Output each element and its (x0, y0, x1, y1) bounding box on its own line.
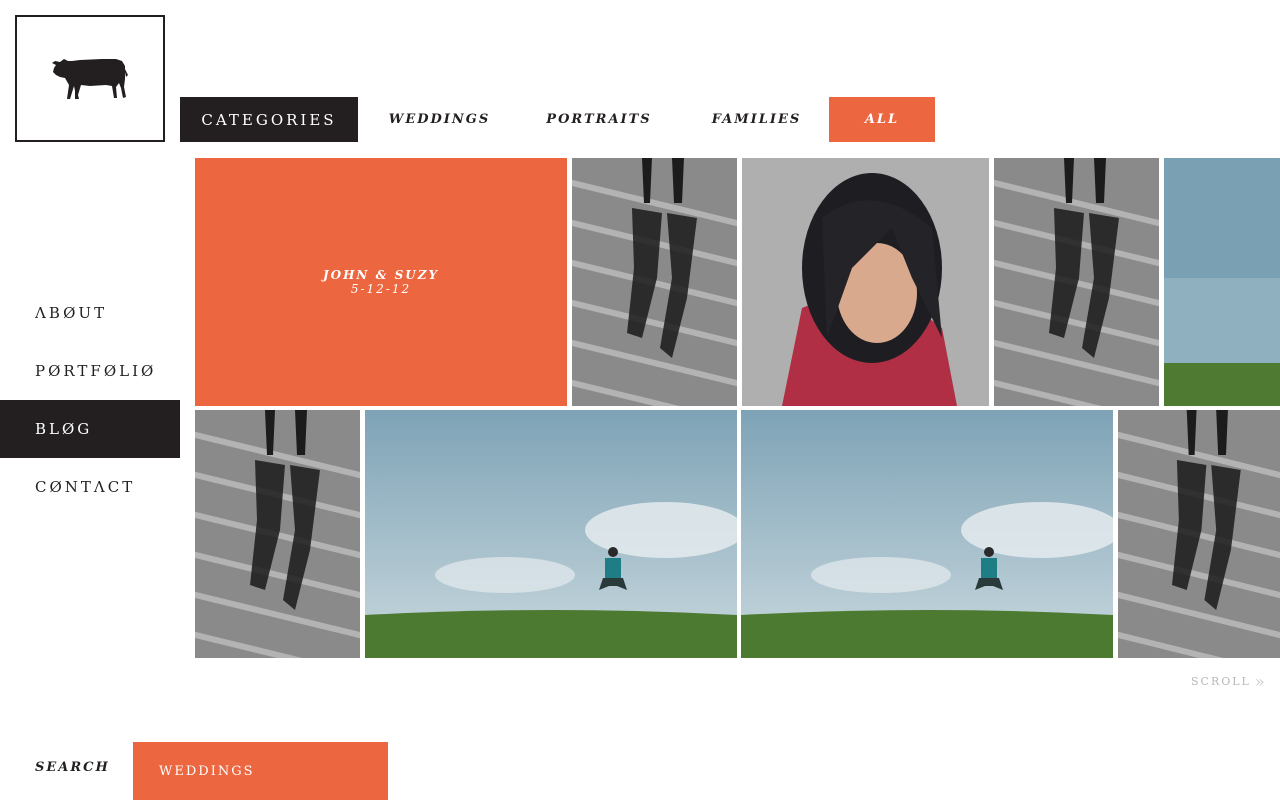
main-nav: ΛBØUT PØRTFØLIØ BLØG CØNTΛCT (0, 284, 180, 516)
portrait-photo (742, 158, 989, 406)
nav-item-blog[interactable]: BLØG (0, 400, 180, 458)
photo-tile-boardwalk-3[interactable] (195, 410, 360, 658)
search-label: SEARCH (35, 760, 110, 775)
photo-tile-jump-1[interactable] (365, 410, 737, 658)
nav-item-portfolio[interactable]: PØRTFØLIØ (0, 342, 180, 400)
jumping-man-photo (741, 410, 1113, 658)
nav-item-about[interactable]: ΛBØUT (0, 284, 180, 342)
double-chevron-right-icon: ›› (1254, 672, 1265, 691)
tab-portraits[interactable]: PORTRAITS (521, 97, 677, 142)
photo-gallery: JOHN & SUZY 5-12-12 (195, 158, 1280, 658)
boardwalk-photo (195, 410, 360, 658)
featured-title: JOHN & SUZY (322, 268, 440, 282)
sky-field-photo (1164, 158, 1280, 406)
tab-weddings[interactable]: WEDDINGS (358, 97, 521, 142)
featured-post-tile[interactable]: JOHN & SUZY 5-12-12 (195, 158, 567, 406)
photo-tile-jump-2[interactable] (741, 410, 1113, 658)
nav-item-contact[interactable]: CØNTΛCT (0, 458, 180, 516)
photo-tile-boardwalk-2[interactable] (994, 158, 1159, 406)
boardwalk-photo (572, 158, 737, 406)
cow-silhouette-icon (52, 58, 128, 99)
tab-categories[interactable]: CATEGORIES (180, 97, 358, 142)
photo-tile-portrait[interactable] (742, 158, 989, 406)
logo[interactable] (15, 15, 165, 142)
scroll-button[interactable]: SCROLL ›› (1191, 672, 1265, 691)
tab-all[interactable]: ALL (829, 97, 935, 142)
jumping-man-photo (365, 410, 737, 658)
photo-tile-sky[interactable] (1164, 158, 1280, 406)
boardwalk-photo (994, 158, 1159, 406)
photo-tile-boardwalk-1[interactable] (572, 158, 737, 406)
scroll-label: SCROLL (1191, 675, 1251, 688)
category-nav: CATEGORIES WEDDINGS PORTRAITS FAMILIES A… (180, 97, 940, 142)
boardwalk-photo (1118, 410, 1280, 658)
tab-families[interactable]: FAMILIES (677, 97, 836, 142)
photo-tile-boardwalk-4[interactable] (1118, 410, 1280, 658)
search-input[interactable] (133, 742, 388, 800)
featured-date: 5-12-12 (350, 282, 412, 296)
